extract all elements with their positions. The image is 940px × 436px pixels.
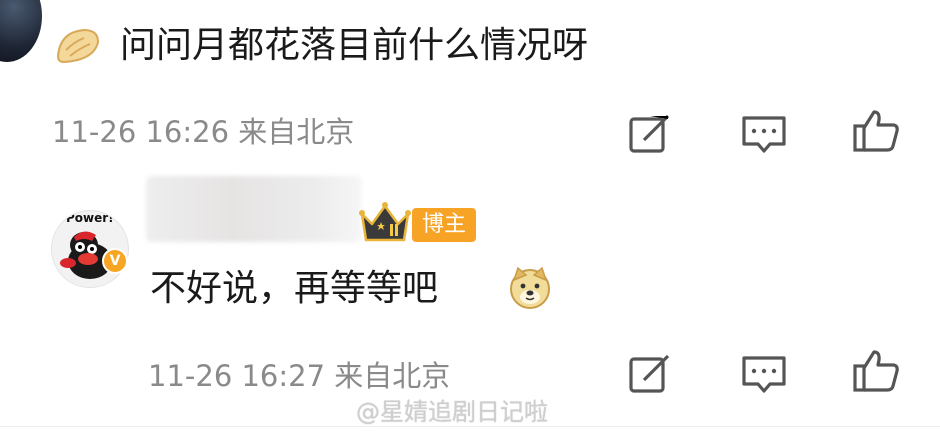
reply-text: 不好说，再等等吧 xyxy=(150,268,439,309)
verified-badge: V xyxy=(102,248,128,274)
repost-icon[interactable] xyxy=(626,350,674,398)
reply-meta: 11-26 16:27 来自北京 xyxy=(148,359,451,393)
top-commenter-avatar[interactable] xyxy=(0,0,42,62)
crown-level-icon xyxy=(358,200,412,246)
comment-icon[interactable] xyxy=(740,110,788,158)
like-icon[interactable] xyxy=(852,346,900,394)
comment-icon[interactable] xyxy=(740,350,788,398)
doge-emoji-icon xyxy=(508,266,552,310)
repost-icon[interactable] xyxy=(626,110,674,158)
dumpling-emoji-icon xyxy=(54,26,102,66)
author-role-badge: 博主 xyxy=(412,208,477,242)
watermark: @星婧追剧日记啦 xyxy=(356,398,548,426)
divider xyxy=(0,426,940,427)
like-icon[interactable] xyxy=(852,106,900,154)
comment-text: 问问月都花落目前什么情况呀 xyxy=(120,25,589,66)
username-blurred[interactable] xyxy=(146,176,362,242)
comment-meta: 11-26 16:26 来自北京 xyxy=(52,115,355,149)
